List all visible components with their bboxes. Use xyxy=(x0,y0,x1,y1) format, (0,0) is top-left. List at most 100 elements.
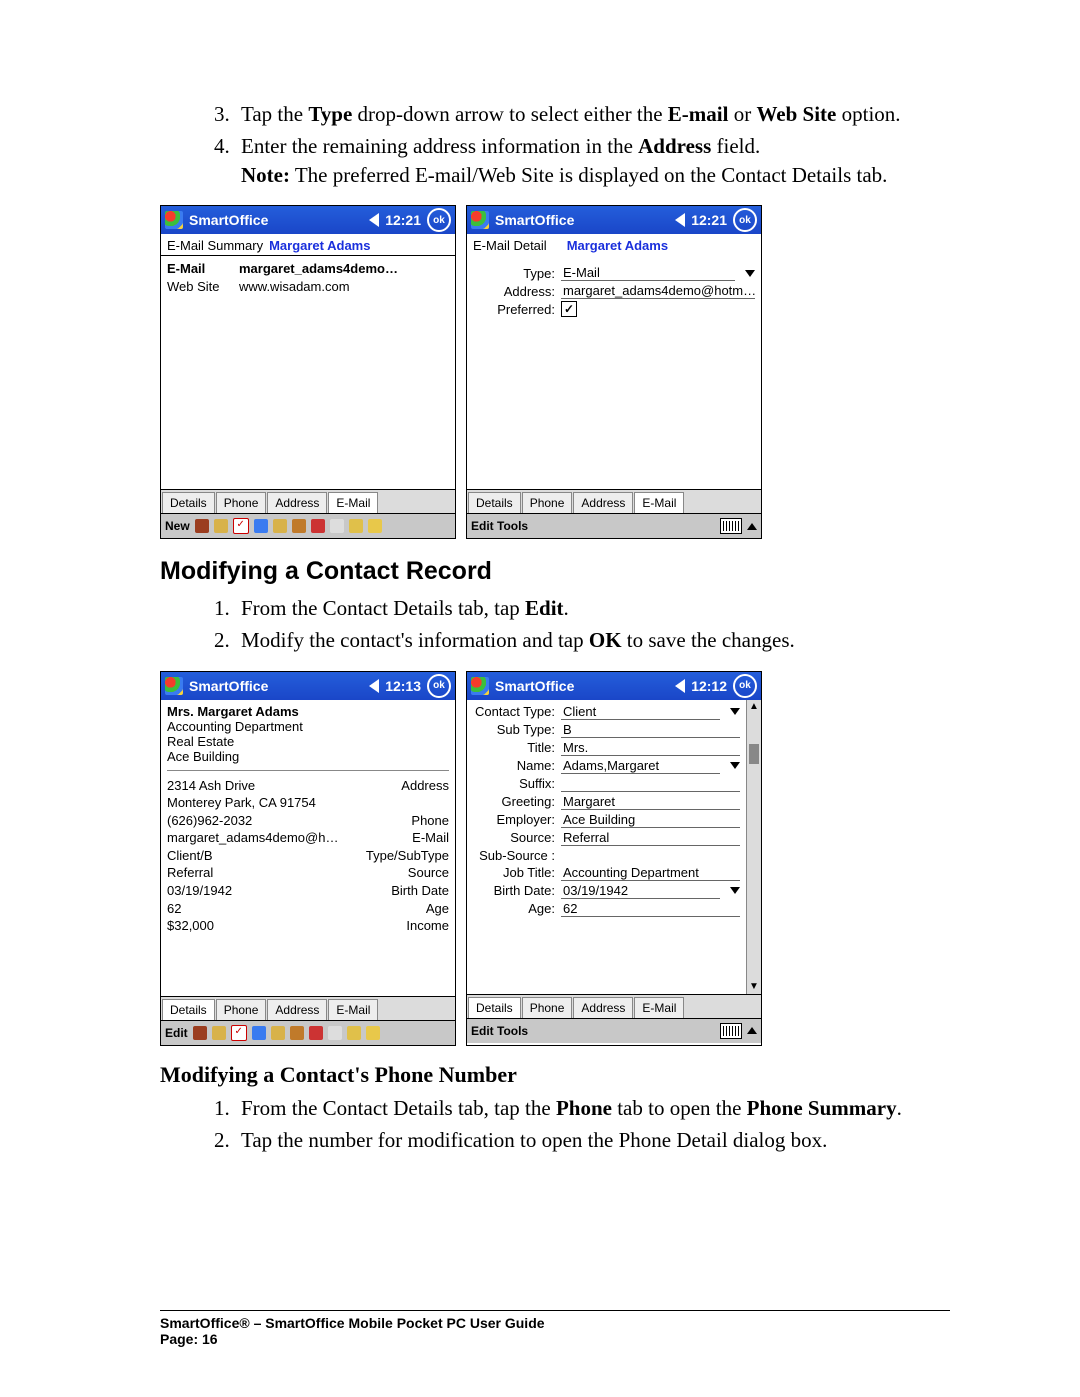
tab-address[interactable]: Address xyxy=(573,492,633,513)
toolbar-icon[interactable] xyxy=(309,1026,323,1040)
toolbar-icon[interactable]: ✓ xyxy=(233,518,249,534)
tab-email[interactable]: E-Mail xyxy=(634,492,684,513)
detail-row: 03/19/1942Birth Date xyxy=(167,882,449,900)
tab-phone[interactable]: Phone xyxy=(216,999,267,1020)
tab-address[interactable]: Address xyxy=(573,997,633,1018)
toolbar-icon[interactable] xyxy=(349,519,363,533)
scroll-thumb[interactable] xyxy=(749,744,759,764)
sub-type-field[interactable]: B xyxy=(561,722,740,738)
tab-phone[interactable]: Phone xyxy=(522,492,573,513)
toolbar-icon[interactable] xyxy=(214,519,228,533)
sip-up-icon[interactable] xyxy=(747,523,757,530)
type-dropdown[interactable]: E-Mail xyxy=(561,265,735,281)
step-2: Tap the number for modification to open … xyxy=(235,1126,950,1154)
toolbar-icon[interactable] xyxy=(311,519,325,533)
detail-line: Accounting Department xyxy=(167,719,449,734)
toolbar-icon[interactable] xyxy=(254,519,268,533)
toolbar-icon[interactable] xyxy=(212,1026,226,1040)
birth-date-field[interactable]: 03/19/1942 xyxy=(561,883,720,899)
toolbar-icon[interactable] xyxy=(290,1026,304,1040)
toolbar-icon[interactable] xyxy=(328,1026,342,1040)
toolbar-icon[interactable] xyxy=(273,519,287,533)
start-icon[interactable] xyxy=(471,677,489,695)
step-1: From the Contact Details tab, tap the Ph… xyxy=(235,1094,950,1122)
start-icon[interactable] xyxy=(165,211,183,229)
bottom-toolbar: Edit ✓ xyxy=(161,1020,455,1045)
keyboard-icon[interactable] xyxy=(720,1023,742,1039)
list-item[interactable]: E-Mailmargaret_adams4demo… xyxy=(167,260,449,278)
tab-email[interactable]: E-Mail xyxy=(328,492,378,513)
name-field[interactable]: Adams,Margaret xyxy=(561,758,720,774)
scrollbar[interactable]: ▲ ▼ xyxy=(746,700,761,994)
clock: 12:21 xyxy=(691,212,727,228)
bottom-toolbar: Edit Tools xyxy=(467,513,761,538)
toolbar-icon[interactable]: ✓ xyxy=(231,1025,247,1041)
job-title-field[interactable]: Accounting Department xyxy=(561,865,740,881)
tab-phone[interactable]: Phone xyxy=(216,492,267,513)
detail-line: Real Estate xyxy=(167,734,449,749)
speaker-icon[interactable] xyxy=(675,679,685,693)
scroll-up-icon[interactable]: ▲ xyxy=(749,700,759,714)
bottom-instructions: From the Contact Details tab, tap the Ph… xyxy=(160,1094,950,1155)
list-item[interactable]: Web Sitewww.wisadam.com xyxy=(167,278,449,296)
bottom-toolbar: New ✓ xyxy=(161,513,455,538)
type-label: Type: xyxy=(473,266,555,281)
toolbar-icon[interactable] xyxy=(195,519,209,533)
menu-new[interactable]: New xyxy=(165,519,190,533)
employer-field[interactable]: Ace Building xyxy=(561,812,740,828)
tab-details[interactable]: Details xyxy=(468,997,521,1018)
menu-edit[interactable]: Edit xyxy=(165,1026,188,1040)
ok-button[interactable]: ok xyxy=(427,208,451,232)
contact-type-field[interactable]: Client xyxy=(561,704,720,720)
sip-up-icon[interactable] xyxy=(747,1027,757,1034)
step-2: Modify the contact's information and tap… xyxy=(235,626,950,654)
speaker-icon[interactable] xyxy=(369,679,379,693)
tab-email[interactable]: E-Mail xyxy=(328,999,378,1020)
toolbar-icon[interactable] xyxy=(347,1026,361,1040)
toolbar-icon[interactable] xyxy=(252,1026,266,1040)
tab-address[interactable]: Address xyxy=(267,999,327,1020)
bottom-toolbar: Edit Tools xyxy=(467,1018,761,1043)
menu-edit-tools[interactable]: Edit Tools xyxy=(471,519,528,533)
tab-details[interactable]: Details xyxy=(162,999,215,1020)
toolbar-icon[interactable] xyxy=(366,1026,380,1040)
chevron-down-icon[interactable] xyxy=(745,270,755,277)
toolbar-icon[interactable] xyxy=(271,1026,285,1040)
chevron-down-icon[interactable] xyxy=(730,762,740,769)
source-field[interactable]: Referral xyxy=(561,830,740,846)
ok-button[interactable]: ok xyxy=(427,674,451,698)
address-field[interactable]: margaret_adams4demo@hotm… xyxy=(561,283,755,299)
menu-edit-tools[interactable]: Edit Tools xyxy=(471,1024,528,1038)
tab-email[interactable]: E-Mail xyxy=(634,997,684,1018)
age-field[interactable]: 62 xyxy=(561,901,740,917)
suffix-field[interactable] xyxy=(561,776,740,792)
tab-address[interactable]: Address xyxy=(267,492,327,513)
app-title: SmartOffice xyxy=(189,678,363,694)
speaker-icon[interactable] xyxy=(675,213,685,227)
toolbar-icon[interactable] xyxy=(330,519,344,533)
keyboard-icon[interactable] xyxy=(720,518,742,534)
address-label: Address: xyxy=(473,284,555,299)
chevron-down-icon[interactable] xyxy=(730,708,740,715)
detail-row: Monterey Park, CA 91754 xyxy=(167,794,449,812)
tab-details[interactable]: Details xyxy=(468,492,521,513)
tab-phone[interactable]: Phone xyxy=(522,997,573,1018)
speaker-icon[interactable] xyxy=(369,213,379,227)
title-field[interactable]: Mrs. xyxy=(561,740,740,756)
toolbar-icon[interactable] xyxy=(193,1026,207,1040)
toolbar-icon[interactable] xyxy=(368,519,382,533)
start-icon[interactable] xyxy=(165,677,183,695)
chevron-down-icon[interactable] xyxy=(730,887,740,894)
preferred-checkbox[interactable]: ✓ xyxy=(561,301,577,317)
titlebar: SmartOffice 12:21 ok xyxy=(161,206,455,234)
start-icon[interactable] xyxy=(471,211,489,229)
tab-details[interactable]: Details xyxy=(162,492,215,513)
toolbar-icon[interactable] xyxy=(292,519,306,533)
ok-button[interactable]: ok xyxy=(733,674,757,698)
clock: 12:13 xyxy=(385,678,421,694)
scroll-down-icon[interactable]: ▼ xyxy=(749,980,759,994)
heading-modify-phone: Modifying a Contact's Phone Number xyxy=(160,1062,950,1088)
greeting-field[interactable]: Margaret xyxy=(561,794,740,810)
ok-button[interactable]: ok xyxy=(733,208,757,232)
tab-bar: Details Phone Address E-Mail xyxy=(467,489,761,513)
